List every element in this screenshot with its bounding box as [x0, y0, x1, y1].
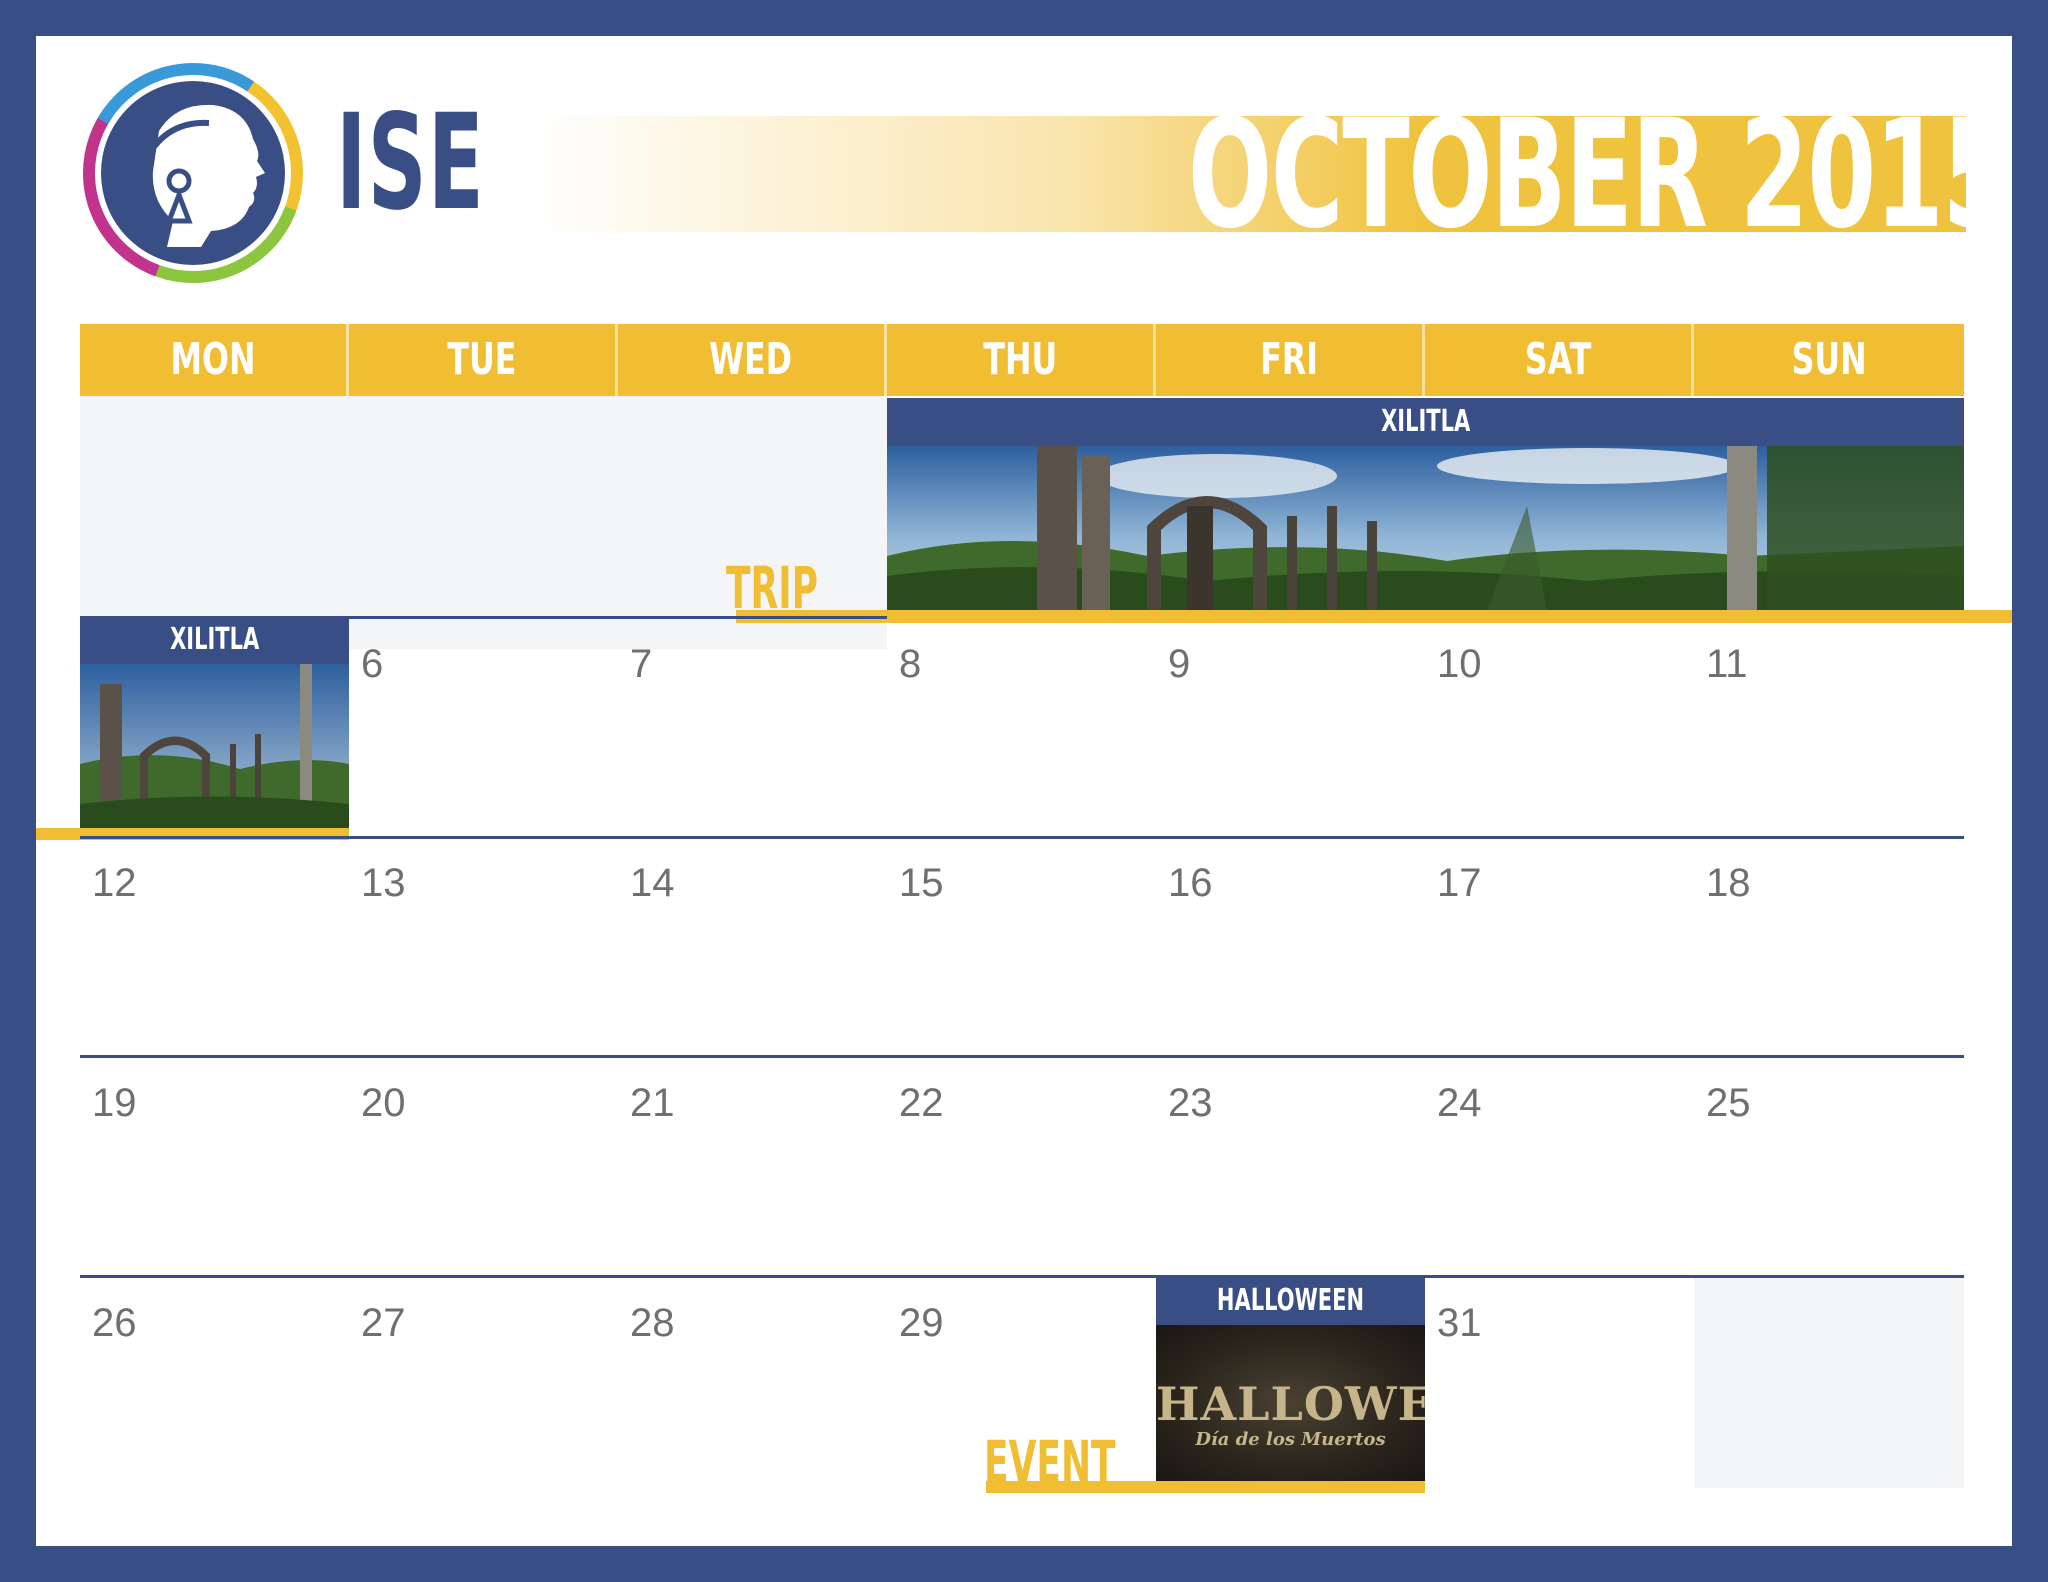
row-divider-2	[80, 836, 1964, 839]
trip-underline	[736, 610, 2012, 623]
brand-name: ISE	[336, 86, 486, 240]
day-number[interactable]: 11	[1706, 642, 1748, 686]
halloween-event-title[interactable]: HALLOWEEN FEST	[1156, 1277, 1425, 1366]
day-number[interactable]: 19	[92, 1081, 137, 1125]
day-number[interactable]: 20	[361, 1081, 406, 1125]
day-number[interactable]: 7	[630, 642, 652, 686]
weekday-tue: TUE	[349, 324, 618, 396]
day-number[interactable]: 18	[1706, 861, 1751, 905]
day-number[interactable]: 17	[1437, 861, 1482, 905]
trip-event-title-continued[interactable]: XILITLA	[80, 616, 349, 664]
weekday-sat: SAT	[1425, 324, 1694, 396]
day-number[interactable]: 28	[630, 1301, 675, 1345]
row-divider-3	[80, 1055, 1964, 1058]
day-number[interactable]: 25	[1706, 1081, 1751, 1125]
day-number[interactable]: 23	[1168, 1081, 1213, 1125]
weekday-fri: FRI	[1156, 324, 1425, 396]
halloween-poster-image: HALLOWEEN Día de los Muertos	[1156, 1325, 1425, 1481]
event-tag: EVENT	[984, 1428, 1116, 1496]
day-number[interactable]: 26	[92, 1301, 137, 1345]
day-number[interactable]: 24	[1437, 1081, 1482, 1125]
row-divider-1	[80, 616, 887, 619]
poster-subtitle: Día de los Muertos	[1195, 1429, 1386, 1450]
poster-title: HALLOWEEN	[1156, 1377, 1425, 1431]
day-number[interactable]: 21	[630, 1081, 675, 1125]
ise-head-logo-icon	[83, 63, 303, 283]
day-number[interactable]: 6	[361, 642, 383, 686]
trip-tag: TRIP	[726, 554, 818, 622]
day-number[interactable]: 8	[899, 642, 921, 686]
day-number[interactable]: 12	[92, 861, 137, 905]
day-number[interactable]: 9	[1168, 642, 1190, 686]
xilitla-panorama-image	[887, 446, 1964, 610]
weekday-thu: THU	[887, 324, 1156, 396]
day-number[interactable]: 27	[361, 1301, 406, 1345]
day-number[interactable]: 22	[899, 1081, 944, 1125]
month-title: OCTOBER 2015	[1188, 88, 2011, 262]
weekday-mon: MON	[80, 324, 349, 396]
day-number[interactable]: 13	[361, 861, 406, 905]
day-number[interactable]: 31	[1437, 1301, 1482, 1345]
day-number[interactable]: 29	[899, 1301, 944, 1345]
day-number[interactable]: 14	[630, 861, 675, 905]
trip-event-title[interactable]: XILITLA	[887, 398, 1964, 446]
day-number[interactable]: 16	[1168, 861, 1213, 905]
calendar-page: ISE OCTOBER 2015 MON TUE WED THU FRI SAT…	[36, 36, 2012, 1546]
weekday-sun: SUN	[1694, 324, 1964, 396]
row-divider-4	[80, 1275, 1964, 1278]
empty-cell-week5-sun	[1694, 1278, 1964, 1488]
day-number[interactable]: 15	[899, 861, 944, 905]
day-number[interactable]: 10	[1437, 642, 1482, 686]
xilitla-thumbnail-image	[80, 664, 349, 828]
weekday-wed: WED	[618, 324, 887, 396]
